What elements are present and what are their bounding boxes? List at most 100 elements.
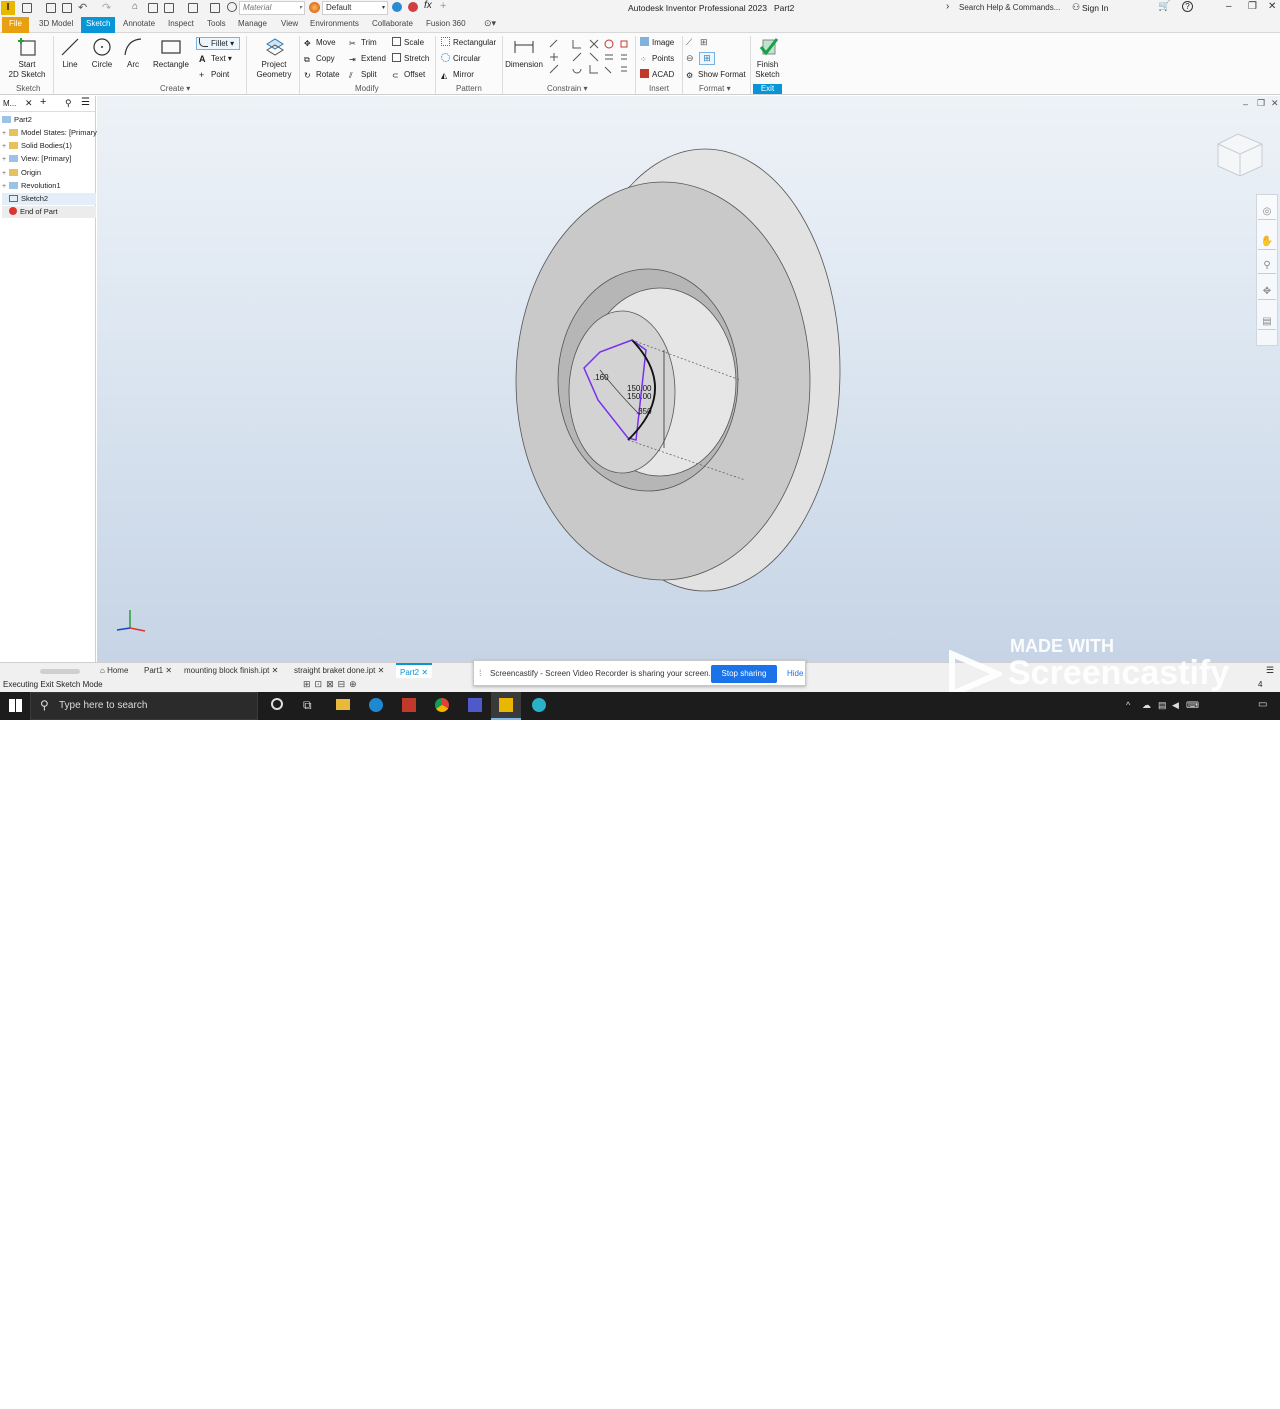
tab-inspect[interactable]: Inspect	[168, 19, 194, 28]
volume-icon[interactable]: ◀	[1172, 700, 1179, 711]
constraint-icons-grid[interactable]	[547, 37, 631, 83]
dimension-d3[interactable]: 150.00	[627, 392, 652, 401]
extend-button[interactable]: ⇥ Extend	[349, 53, 386, 64]
viewport-restore-icon[interactable]: ❐	[1257, 98, 1265, 109]
select-icon[interactable]	[164, 3, 174, 13]
tab-overflow-icon[interactable]: ⊙▾	[484, 18, 496, 29]
doc-tab-part1[interactable]: Part1 ✕	[144, 666, 172, 675]
close-tab-icon[interactable]: ✕	[165, 666, 172, 675]
minimize-icon[interactable]: –	[1226, 1, 1232, 12]
home-icon[interactable]: ⌂	[132, 1, 138, 12]
help-icon[interactable]: ?	[1182, 1, 1193, 12]
close-tab-icon[interactable]: ✕	[272, 666, 279, 675]
close-icon[interactable]: ✕	[1268, 1, 1276, 12]
onedrive-icon[interactable]: ☁	[1142, 700, 1151, 711]
browser-menu-icon[interactable]: ☰	[81, 97, 90, 108]
center-point-icon[interactable]: ⊖	[686, 53, 694, 64]
undo-icon[interactable]: ↶	[78, 1, 87, 14]
drag-handle-icon[interactable]: ⁞	[479, 668, 482, 678]
circular-pattern-button[interactable]: Circular	[441, 53, 481, 64]
tree-item-solid-bodies[interactable]: + Solid Bodies(1)	[2, 140, 96, 152]
rotate-button[interactable]: ↻ Rotate	[304, 69, 340, 80]
input-icon[interactable]: ⌨	[1186, 700, 1199, 711]
tree-item-end-of-part[interactable]: End of Part	[2, 206, 96, 218]
tab-manage[interactable]: Manage	[238, 19, 267, 28]
tab-scrollbar[interactable]	[40, 669, 80, 674]
clear-appearance-icon[interactable]	[227, 2, 237, 12]
measure-icon[interactable]	[210, 3, 220, 13]
tree-item-view[interactable]: + View: [Primary]	[2, 153, 96, 165]
appearance-dropdown[interactable]: Default ▾	[322, 1, 388, 15]
taskbar-search-input[interactable]: Type here to search	[30, 692, 258, 720]
steering-wheel-icon[interactable]: ◎	[1258, 203, 1276, 220]
network-icon[interactable]: ▤	[1158, 700, 1167, 711]
adjust-icon[interactable]	[392, 2, 402, 12]
tree-item-part2[interactable]: Part2	[2, 114, 96, 126]
hide-button[interactable]: Hide	[787, 669, 803, 678]
dimension-d4[interactable]: .350	[636, 407, 652, 416]
mirror-button[interactable]: ◭ Mirror	[441, 69, 474, 80]
tab-environments[interactable]: Environments	[310, 19, 359, 28]
tree-item-revolution1[interactable]: + Revolution1	[2, 180, 96, 192]
inventor-logo-icon[interactable]: I	[1, 1, 15, 15]
tab-view[interactable]: View	[281, 19, 298, 28]
projects-icon[interactable]	[148, 3, 158, 13]
tree-item-sketch2[interactable]: Sketch2	[2, 193, 96, 205]
clear-icon[interactable]	[408, 2, 418, 12]
chrome-icon[interactable]	[435, 698, 449, 712]
tree-item-origin[interactable]: + Origin	[2, 167, 96, 179]
panel-label-create[interactable]: Create ▾	[160, 84, 190, 93]
doc-tab-straight-braket[interactable]: straight braket done.ipt ✕	[294, 666, 384, 675]
finish-sketch-button[interactable]: Finish Sketch	[753, 36, 782, 80]
browser-add-icon[interactable]: +	[40, 96, 46, 108]
move-button[interactable]: ✥ Move	[304, 37, 336, 48]
expand-icon[interactable]: +	[2, 141, 9, 153]
tab-file[interactable]: File	[2, 17, 29, 33]
expand-icon[interactable]: +	[2, 168, 9, 180]
construction-icon[interactable]: ⟋	[686, 37, 692, 48]
task-view-icon[interactable]: ⧉	[303, 698, 312, 713]
update-icon[interactable]	[188, 3, 198, 13]
open-file-icon[interactable]	[46, 3, 56, 13]
appearance-icon[interactable]	[309, 2, 320, 13]
expand-icon[interactable]: +	[2, 181, 9, 193]
redo-icon[interactable]: ↷	[102, 1, 111, 14]
tab-collaborate[interactable]: Collaborate	[372, 19, 413, 28]
browser-search-icon[interactable]: ⚲	[65, 98, 72, 109]
help-search-input[interactable]: Search Help & Commands...	[955, 1, 1075, 15]
acad-button[interactable]: ACAD	[640, 69, 674, 80]
tab-menu-icon[interactable]: ☰	[1266, 665, 1274, 676]
windows-start-icon[interactable]	[9, 699, 22, 712]
tab-tools[interactable]: Tools	[207, 19, 226, 28]
fx-parameters-icon[interactable]: fx	[424, 0, 432, 11]
offset-button[interactable]: ⊂ Offset	[392, 69, 425, 80]
copy-button[interactable]: ⧉ Copy	[304, 53, 335, 64]
app-icon[interactable]	[402, 698, 416, 712]
graphics-viewport[interactable]: .160 150.00 150.00 .350 – ❐ ✕	[97, 96, 1280, 662]
stretch-button[interactable]: Stretch	[392, 53, 429, 64]
notification-icon[interactable]: ▭	[1258, 699, 1267, 710]
tab-3d-model[interactable]: 3D Model	[39, 19, 73, 28]
taskbar-clock[interactable]: 9:53 AM 1/25/2023	[1200, 1387, 1246, 1409]
tree-item-model-states[interactable]: + Model States: [Primary]	[2, 127, 99, 139]
driven-dimension-icon[interactable]: ⊞	[699, 52, 715, 65]
sign-in-link[interactable]: Sign In	[1082, 3, 1108, 13]
file-explorer-icon[interactable]	[336, 699, 350, 710]
start-2d-sketch-button[interactable]: Start 2D Sketch	[6, 36, 48, 80]
close-tab-icon[interactable]: ✕	[378, 666, 385, 675]
stop-sharing-button[interactable]: Stop sharing	[711, 665, 777, 683]
circle-button[interactable]: Circle	[88, 36, 116, 70]
look-at-icon[interactable]: ▤	[1258, 313, 1276, 330]
doc-tab-mounting-block[interactable]: mounting block finish.ipt ✕	[184, 666, 278, 675]
text-button[interactable]: A Text ▾	[199, 53, 232, 64]
point-button[interactable]: + Point	[199, 69, 229, 80]
browser-title[interactable]: M...	[3, 99, 16, 108]
orbit-icon[interactable]: ✥	[1258, 283, 1276, 300]
fillet-dropdown[interactable]: Fillet ▾	[196, 37, 240, 50]
cart-icon[interactable]: 🛒	[1158, 1, 1170, 12]
close-tab-icon[interactable]: ✕	[421, 668, 428, 677]
scale-button[interactable]: Scale	[392, 37, 424, 48]
status-tools-icons[interactable]: ⊞⊡⊠⊟⊕	[303, 679, 361, 690]
line-button[interactable]: Line	[56, 36, 84, 70]
viewport-minimize-icon[interactable]: –	[1243, 99, 1248, 109]
